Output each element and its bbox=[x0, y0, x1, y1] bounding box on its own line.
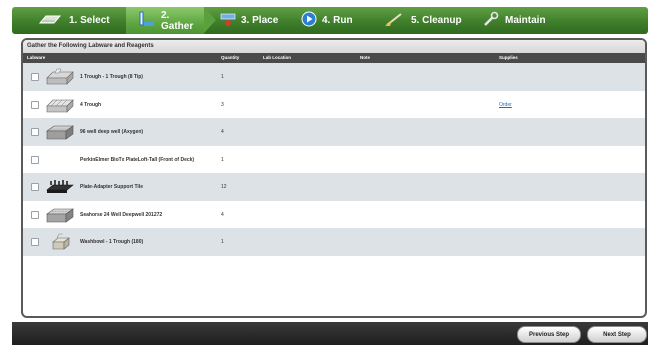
deepwell-plate-icon bbox=[45, 123, 75, 141]
step-run[interactable]: 4. Run bbox=[301, 7, 353, 34]
order-link[interactable]: Order bbox=[499, 102, 512, 108]
workflow-step-bar: 1. Select 2. Gather 3. Place 4. Run 5. C… bbox=[12, 7, 648, 34]
col-note: Note bbox=[360, 55, 370, 60]
labware-quantity: 12 bbox=[221, 184, 227, 190]
row-checkbox[interactable] bbox=[31, 100, 39, 109]
trough-icon bbox=[45, 68, 75, 86]
panel-title: Gather the Following Labware and Reagent… bbox=[23, 40, 645, 53]
row-checkbox[interactable] bbox=[31, 238, 39, 246]
table-row[interactable]: Seahorse 24 Well Deepwell 201272 4 bbox=[23, 201, 645, 229]
next-step-button[interactable]: Next Step bbox=[587, 326, 647, 343]
maintain-icon bbox=[482, 11, 500, 30]
step-place[interactable]: 3. Place bbox=[220, 7, 278, 34]
labware-quantity: 1 bbox=[221, 156, 224, 163]
labware-quantity: 3 bbox=[221, 101, 224, 108]
trough-icon bbox=[45, 96, 75, 114]
gather-icon bbox=[136, 11, 156, 30]
labware-name: Washbowl - 1 Trough (180) bbox=[80, 239, 144, 245]
col-supplies: Supplies bbox=[499, 55, 518, 60]
labware-name: 1 Trough - 1 Trough (8 Tip) bbox=[80, 74, 143, 80]
col-lab-location: Lab Location bbox=[263, 55, 291, 60]
labware-name: Plate-Adapter Support Tile bbox=[80, 184, 143, 190]
deepwell-plate-icon bbox=[45, 206, 75, 224]
row-checkbox[interactable] bbox=[31, 183, 39, 191]
labware-panel: Gather the Following Labware and Reagent… bbox=[21, 38, 647, 318]
step-select[interactable]: 1. Select bbox=[38, 7, 110, 34]
previous-step-button[interactable]: Previous Step bbox=[517, 326, 581, 343]
table-header: Labware Quantity Lab Location Note Suppl… bbox=[23, 53, 645, 63]
col-quantity: Quantity bbox=[221, 55, 240, 60]
step-gather[interactable]: 2. Gather bbox=[126, 7, 216, 34]
run-icon bbox=[301, 11, 317, 30]
labware-quantity: 4 bbox=[221, 129, 224, 135]
row-checkbox[interactable] bbox=[31, 155, 39, 164]
table-row[interactable]: Plate-Adapter Support Tile 12 bbox=[23, 173, 645, 201]
labware-quantity: 1 bbox=[221, 239, 224, 245]
step-maintain[interactable]: Maintain bbox=[482, 7, 546, 34]
washbowl-icon bbox=[45, 233, 75, 251]
table-row[interactable]: 96 well deep well (Axygen) 4 bbox=[23, 118, 645, 146]
labware-name: 4 Trough bbox=[80, 101, 102, 108]
table-row[interactable]: 1 Trough - 1 Trough (8 Tip) 1 bbox=[23, 63, 645, 91]
labware-name: Seahorse 24 Well Deepwell 201272 bbox=[80, 211, 163, 218]
labware-name: PerkinElmer BioTx PlateLoft-Tall (Front … bbox=[80, 156, 195, 163]
col-labware: Labware bbox=[27, 55, 46, 60]
row-checkbox[interactable] bbox=[31, 73, 39, 81]
row-checkbox[interactable] bbox=[31, 128, 39, 136]
adapter-tile-icon bbox=[45, 178, 75, 196]
labware-quantity: 1 bbox=[221, 74, 224, 80]
table-row[interactable]: PerkinElmer BioTx PlateLoft-Tall (Front … bbox=[23, 146, 645, 174]
cleanup-icon bbox=[384, 11, 406, 30]
labware-name: 96 well deep well (Axygen) bbox=[80, 129, 144, 135]
labware-quantity: 4 bbox=[221, 211, 224, 218]
select-icon bbox=[38, 12, 64, 29]
row-checkbox[interactable] bbox=[31, 210, 39, 219]
step-cleanup[interactable]: 5. Cleanup bbox=[384, 7, 462, 34]
place-icon bbox=[220, 11, 236, 30]
table-row[interactable]: Washbowl - 1 Trough (180) 1 bbox=[23, 228, 645, 256]
table-row[interactable]: 4 Trough 3 Order bbox=[23, 91, 645, 119]
footer-bar: Previous Step Next Step bbox=[12, 322, 648, 345]
